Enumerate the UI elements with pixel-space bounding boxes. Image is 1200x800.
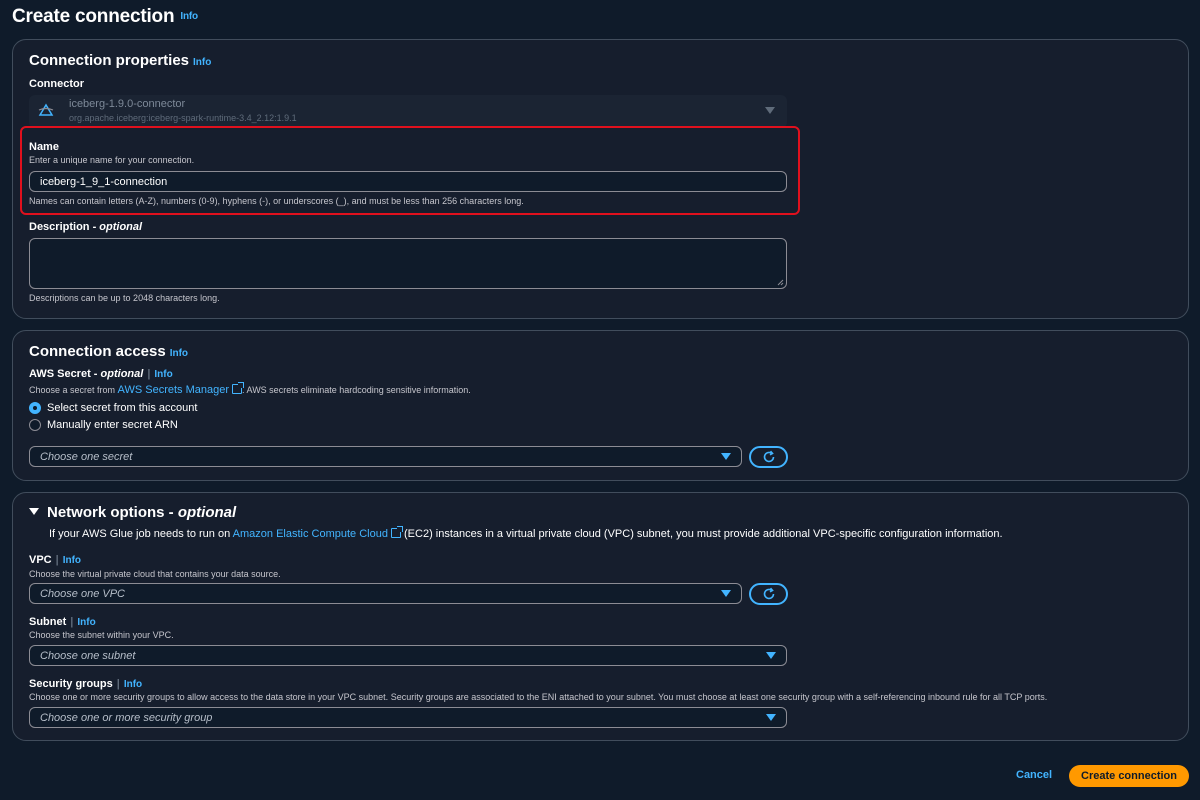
external-link-icon [232,382,245,394]
connector-label: Connector [29,78,84,90]
aws-secret-label-text: AWS Secret - [29,368,101,380]
radio-select-secret[interactable]: Select secret from this account [29,402,197,414]
aws-secret-label: AWS Secret - optional | Info [29,368,173,380]
description-label-text: Description - [29,221,100,233]
vpc-label: VPC | Info [29,554,82,566]
external-link-icon [390,526,403,538]
cancel-button[interactable]: Cancel [1016,769,1052,781]
resize-handle-icon[interactable] [777,279,784,286]
name-input[interactable]: iceberg-1_9_1-connection [29,171,787,192]
connection-access-panel: Connection access Info AWS Secret - optio… [12,330,1189,481]
connector-subtitle: org.apache.iceberg:iceberg-spark-runtime… [69,113,297,123]
connection-properties-info-link[interactable]: Info [193,57,211,68]
name-hint: Enter a unique name for your connection. [29,155,195,165]
vpc-refresh-button[interactable] [749,583,788,605]
connector-name: iceberg-1.9.0-connector [69,98,186,110]
subnet-info-link[interactable]: Info [77,617,95,628]
secret-refresh-button[interactable] [749,446,788,468]
network-options-panel: Network options - optional If your AWS G… [12,492,1189,741]
connection-access-heading: Connection access Info [29,343,188,360]
security-groups-info-link[interactable]: Info [124,679,142,690]
security-groups-select-placeholder: Choose one or more security group [40,711,213,724]
page-info-link[interactable]: Info [180,11,198,22]
connector-icon [38,103,54,116]
description-optional: optional [99,221,143,233]
aws-secret-hint-suffix: . AWS secrets eliminate hardcoding sensi… [242,385,471,395]
connector-caret-icon [765,107,775,114]
secret-select[interactable]: Choose one secret [29,446,742,467]
radio-manual-arn[interactable]: Manually enter secret ARN [29,419,178,431]
radio-unselected-icon[interactable] [29,419,41,431]
network-desc-suffix: (EC2) instances in a virtual private clo… [400,528,1003,540]
description-label: Description - optional [29,221,142,233]
connection-properties-panel: Connection properties Info Connector iceb… [12,39,1189,319]
refresh-icon [763,450,774,463]
radio-selected-icon[interactable] [29,402,41,414]
create-connection-button[interactable]: Create connection [1069,765,1189,787]
security-groups-label-text: Security groups [29,678,113,690]
radio-select-secret-label: Select secret from this account [47,402,198,414]
vpc-info-link[interactable]: Info [63,555,81,566]
name-constraint: Names can contain letters (A-Z), numbers… [29,196,524,206]
subnet-label-text: Subnet [29,616,67,628]
network-desc-prefix: If your AWS Glue job needs to run on [49,528,233,540]
subnet-select-placeholder: Choose one subnet [40,649,136,662]
security-groups-label: Security groups | Info [29,678,143,690]
expand-caret-icon[interactable] [29,508,39,515]
network-options-heading[interactable]: Network options - optional [29,504,236,521]
vpc-select[interactable]: Choose one VPC [29,583,742,604]
connector-select: iceberg-1.9.0-connector org.apache.icebe… [29,95,787,128]
secrets-manager-link[interactable]: AWS Secrets Manager [118,384,229,396]
connection-access-info-link[interactable]: Info [170,348,188,359]
secret-select-placeholder: Choose one secret [40,450,133,463]
aws-secret-hint-prefix: Choose a secret from [29,385,118,395]
page-title: Create connection Info [12,6,198,28]
connection-properties-heading-text: Connection properties [29,52,190,69]
subnet-select[interactable]: Choose one subnet [29,645,787,666]
aws-secret-hint: Choose a secret from AWS Secrets Manager… [29,382,471,396]
network-options-description: If your AWS Glue job needs to run on Ama… [49,526,1003,540]
network-options-heading-text: Network options - [47,504,178,521]
vpc-hint: Choose the virtual private cloud that co… [29,569,281,579]
connection-properties-heading: Connection properties Info [29,52,211,69]
radio-manual-arn-label: Manually enter secret ARN [47,419,178,431]
ec2-link[interactable]: Amazon Elastic Compute Cloud [233,528,388,540]
aws-secret-info-link[interactable]: Info [154,369,172,380]
chevron-down-icon [766,652,776,659]
description-textarea[interactable] [29,238,787,289]
subnet-label: Subnet | Info [29,616,96,628]
refresh-icon [763,587,774,600]
vpc-select-placeholder: Choose one VPC [40,587,125,600]
subnet-hint: Choose the subnet within your VPC. [29,630,174,640]
chevron-down-icon [721,453,731,460]
description-constraint: Descriptions can be up to 2048 character… [29,293,220,303]
vpc-label-text: VPC [29,554,52,566]
chevron-down-icon [766,714,776,721]
security-groups-hint: Choose one or more security groups to al… [29,692,1048,702]
name-label: Name [29,141,59,153]
aws-secret-optional: optional [100,368,144,380]
page-title-text: Create connection [12,6,175,27]
network-options-optional: optional [177,504,237,521]
chevron-down-icon [721,590,731,597]
security-groups-select[interactable]: Choose one or more security group [29,707,787,728]
connection-access-heading-text: Connection access [29,343,166,360]
